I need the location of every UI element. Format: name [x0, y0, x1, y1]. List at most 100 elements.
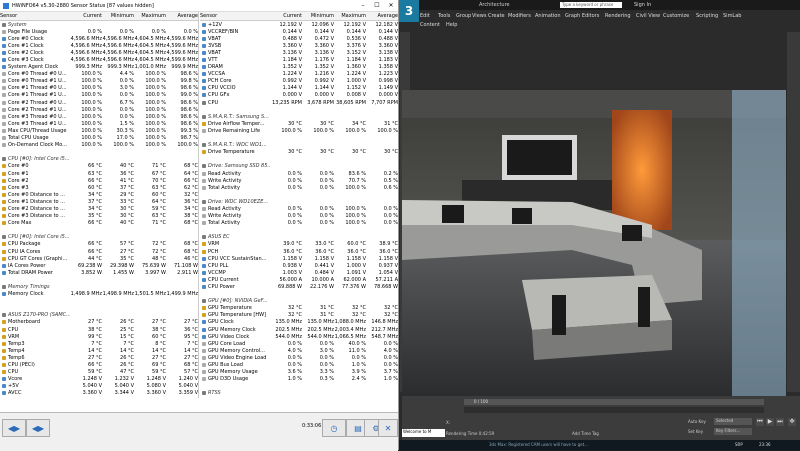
sensor-row[interactable]: System Agent Clock999.3 MHz999.3 MHz1,00… [0, 64, 198, 71]
col-maximum[interactable]: Maximum [134, 13, 166, 19]
sensor-row[interactable]: Core #3 Distance to ...35 °C30 °C63 °C38… [0, 213, 198, 220]
sensor-row[interactable]: VCCSA1.224 V1.216 V1.224 V1.223 V [200, 71, 398, 78]
sensor-row[interactable]: GPU D3D Usage1.0 %0.3 %2.4 %1.0 % [200, 376, 398, 383]
sensor-row[interactable]: Read Activity0.0 %0.0 %100.0 %0.0 % [200, 205, 398, 212]
sensor-row[interactable]: Core #1 Clock4,596.6 MHz4,596.6 MHz4,604… [0, 42, 198, 49]
sensor-row[interactable]: Read Activity0.0 %0.0 %83.6 %0.2 % [200, 170, 398, 177]
sensor-row[interactable]: GPU Bus Load0.0 %0.0 %1.0 %0.0 % [200, 362, 398, 369]
sensor-row[interactable]: CPU GFx0.000 V0.000 V0.008 V0.000 V [200, 92, 398, 99]
sensor-group-header[interactable]: S.M.A.R.T.: WDC WD1... [200, 142, 398, 149]
menu-item[interactable]: Customize [663, 13, 689, 19]
sensor-group-header[interactable]: Drive: WDC WD10EZE... [200, 198, 398, 205]
sensor-row[interactable]: CPU VCCIO1.144 V1.144 V1.152 V1.149 V [200, 85, 398, 92]
nav-left-icon[interactable]: ◀▶ [2, 419, 26, 437]
sensor-row[interactable]: On-Demand Clock Mo...100.0 %100.0 %100.0… [0, 142, 198, 149]
sensor-row[interactable]: VCCREF/BIN0.144 V0.144 V0.144 V0.144 V [200, 28, 398, 35]
sensor-panel-left[interactable]: Sensor Current Minimum Maximum Average S… [0, 12, 199, 398]
menu-item[interactable]: Graph Editors [565, 13, 599, 19]
sensor-row[interactable]: Temp627 °C26 °C27 °C27 °C [0, 354, 198, 361]
menu-item[interactable]: Animation [535, 13, 561, 19]
sensor-row[interactable]: Core #066 °C40 °C71 °C68 °C [0, 163, 198, 170]
sensor-row[interactable]: Core #360 °C37 °C63 °C62 °C [0, 184, 198, 191]
sensor-row[interactable]: CPU IA Cores66 °C27 °C72 °C68 °C [0, 248, 198, 255]
sensor-row[interactable]: GPU Memory Usage3.6 %3.3 %3.9 %3.7 % [200, 369, 398, 376]
sensor-row[interactable]: VRM39.0 °C33.0 °C60.0 °C38.9 °C [200, 241, 398, 248]
sensor-row[interactable]: Core #3 Clock4,596.6 MHz4,596.6 MHz4,604… [0, 56, 198, 63]
col-current[interactable]: Current [70, 13, 102, 19]
sensor-row[interactable]: GPU Memory Control...4.0 %3.0 %11.0 %4.0… [200, 347, 398, 354]
sensor-row[interactable]: 3VCC3.312 V3.296 V3.328 V3.309 V [0, 397, 198, 398]
pan-icon[interactable]: ✥ [788, 418, 796, 426]
sensor-row[interactable]: Total DRAM Power3.852 W1.455 W3.997 W2.9… [0, 269, 198, 276]
sensor-row[interactable]: GPU Temperature [HW]32 °C31 °C32 °C32 °C [200, 312, 398, 319]
sensor-row[interactable]: Core #1 Thread #1 U...100.0 %0.0 %100.0 … [0, 92, 198, 99]
menu-item[interactable]: Civil View [636, 13, 660, 19]
set-key-button[interactable]: Set Key [688, 429, 703, 434]
sensor-row[interactable]: Core #1 Thread #0 U...100.0 %3.0 %100.0 … [0, 85, 198, 92]
menu-item[interactable]: Create [488, 13, 505, 19]
sensor-row[interactable]: VBAT0.488 V0.472 V0.536 V0.488 V [200, 35, 398, 42]
maximize-icon[interactable]: ☐ [370, 2, 384, 9]
sensor-row[interactable]: Vcore1.248 V1.232 V1.248 V1.240 V [0, 376, 198, 383]
sensor-row[interactable]: Drive Remaining Life100.0 %100.0 %100.0 … [200, 127, 398, 134]
sensor-row[interactable]: Temp414 °C14 °C14 °C14 °C [0, 347, 198, 354]
menu-item[interactable]: Group [456, 13, 471, 19]
sensor-row[interactable]: VBAT3.136 V3.136 V3.152 V3.138 V [200, 49, 398, 56]
sensor-row[interactable]: IA Cores Power69.238 W29.398 W75.639 W71… [0, 262, 198, 269]
sensor-row[interactable]: Motherboard27 °C26 °C27 °C27 °C [0, 319, 198, 326]
sensor-row[interactable]: Total Activity0.0 %0.0 %100.0 %0.0 % [200, 220, 398, 227]
sensor-row[interactable]: Core #2 Clock4,596.6 MHz4,596.6 MHz4,604… [0, 49, 198, 56]
close-sensors-icon[interactable]: ✕ [378, 419, 398, 437]
sensor-row[interactable]: Core #1 Distance to ...37 °C33 °C64 °C36… [0, 198, 198, 205]
menu-item[interactable]: Content [420, 22, 440, 28]
key-filters-button[interactable]: Key Filters... [714, 428, 752, 435]
sensor-group-header[interactable]: ASUS EC [200, 234, 398, 241]
go-to-start-icon[interactable]: ⏮ [756, 418, 764, 426]
sensor-row[interactable]: Core #2 Distance to ...34 °C30 °C59 °C34… [0, 205, 198, 212]
sensor-row[interactable]: CPU Current56.000 A10.000 A62.000 A57.21… [200, 276, 398, 283]
menu-item[interactable]: Edit [420, 13, 430, 19]
sensor-row[interactable]: CPU59 °C47 °C59 °C57 °C [0, 369, 198, 376]
sensor-panel-right[interactable]: Sensor Current Minimum Maximum Average +… [200, 12, 398, 398]
sensor-group-header[interactable]: CPU [#0]: Intel Core i5... [0, 234, 198, 241]
sensor-row[interactable]: +5V5.040 V5.040 V5.080 V5.040 V [0, 383, 198, 390]
next-frame-icon[interactable]: ⏭ [776, 418, 784, 426]
col-current[interactable]: Current [270, 13, 302, 19]
sensor-row[interactable]: VCCMP1.003 V0.484 V1.091 V1.054 V [200, 269, 398, 276]
maxscript-listener[interactable]: Welcome to M [402, 429, 445, 437]
max-logo-icon[interactable]: 3 [399, 0, 419, 22]
col-minimum[interactable]: Minimum [302, 13, 334, 19]
sensor-row[interactable]: CPU PLL0.938 V0.441 V1.000 V0.937 V [200, 262, 398, 269]
col-sensor[interactable]: Sensor [0, 13, 70, 19]
add-time-tag[interactable]: Add Time Tag [572, 431, 599, 436]
sensor-row[interactable]: GPU Memory Clock202.5 MHz202.5 MHz2,003.… [200, 326, 398, 333]
sensor-row[interactable]: CPU38 °C25 °C38 °C36 °C [0, 326, 198, 333]
auto-key-button[interactable]: Auto Key [688, 419, 706, 424]
sensor-group-header[interactable]: RTSS [200, 390, 398, 397]
clock-reset-icon[interactable]: ◷ [322, 419, 346, 437]
sensor-row[interactable]: Page File Usage0.0 %0.0 %0.0 %0.0 % [0, 28, 198, 35]
sensor-row[interactable]: CPU Power69.888 W22.176 W77.376 W78.668 … [200, 283, 398, 290]
menu-item[interactable]: Scripting [696, 13, 718, 19]
sensor-group-header[interactable]: Memory Timings [0, 283, 198, 290]
menu-item[interactable]: Views [472, 13, 486, 19]
sensor-row[interactable]: Frames per Second11 FPS11 FPS11 FPS11 FP… [200, 397, 398, 398]
sensor-row[interactable]: CPU13,235 RPM3,678 RPM38,605 RPM7,707 RP… [200, 99, 398, 106]
sensor-row[interactable]: Core #0 Thread #1 U...100.0 %0.0 %100.0 … [0, 78, 198, 85]
language-indicator[interactable]: SRP [735, 442, 743, 447]
sensor-row[interactable]: Temp37 °C7 °C8 °C7 °C [0, 340, 198, 347]
play-icon[interactable]: ▶ [766, 418, 774, 426]
time-slider[interactable] [464, 399, 764, 405]
sensor-group-header[interactable]: CPU [#0]: Intel Core i5... [0, 156, 198, 163]
sensor-row[interactable]: CPU Package66 °C57 °C72 °C68 °C [0, 241, 198, 248]
search-input[interactable]: Type a keyword or phrase [560, 2, 622, 8]
sensor-row[interactable]: Core #0 Distance to ...34 °C29 °C60 °C32… [0, 191, 198, 198]
sensor-row[interactable]: DRAM1.352 V1.352 V1.360 V1.358 V [200, 64, 398, 71]
sensor-row[interactable]: Core #266 °C41 °C70 °C66 °C [0, 177, 198, 184]
sensor-row[interactable]: GPU Temperature32 °C31 °C32 °C32 °C [200, 305, 398, 312]
sensor-row[interactable]: Drive Temperature30 °C30 °C30 °C30 °C [200, 149, 398, 156]
col-minimum[interactable]: Minimum [102, 13, 134, 19]
sensor-row[interactable]: Core #3 Thread #0 U...100.0 %0.0 %100.0 … [0, 113, 198, 120]
sensor-row[interactable]: 3VSB3.360 V3.360 V3.376 V3.360 V [200, 42, 398, 49]
sensor-row[interactable]: CPU (PECI)66 °C26 °C69 °C68 °C [0, 362, 198, 369]
